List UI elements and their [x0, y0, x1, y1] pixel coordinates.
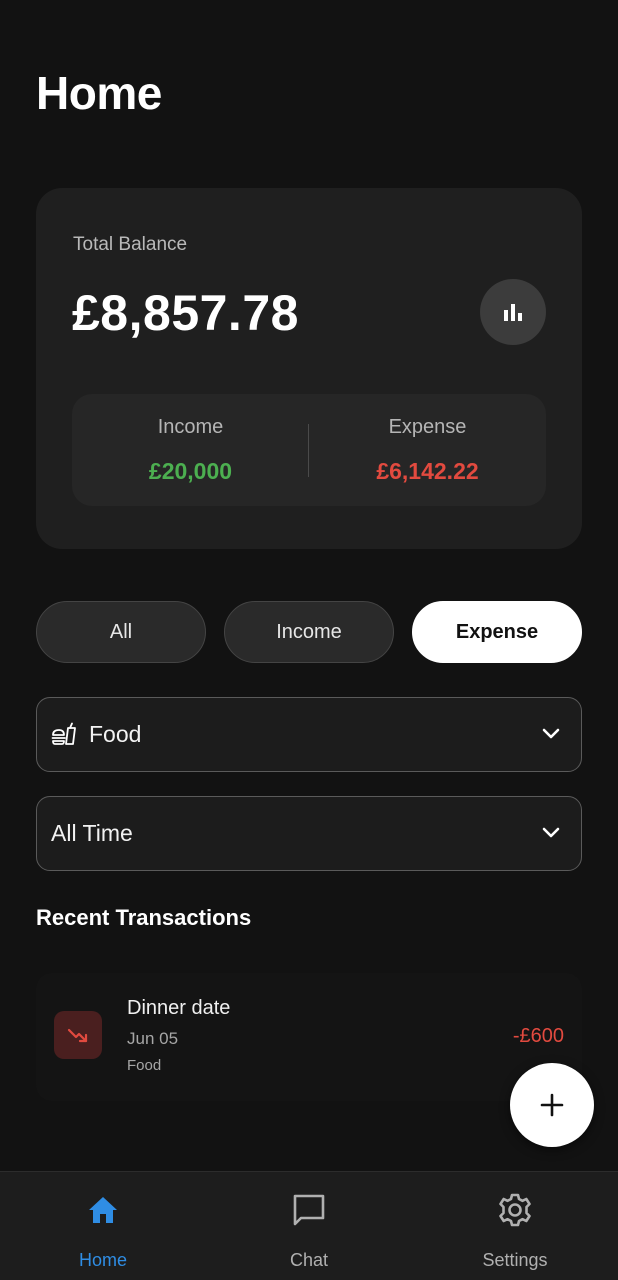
expense-summary: Expense £6,142.22	[309, 394, 546, 506]
transaction-amount: -£600	[512, 1025, 564, 1047]
fastfood-icon	[51, 722, 77, 748]
time-range-dropdown[interactable]: All Time	[36, 796, 582, 871]
balance-card: Total Balance £8,857.78 Income £20,000 E…	[36, 188, 582, 549]
add-transaction-button[interactable]	[510, 1063, 594, 1147]
bar-chart-icon	[504, 304, 522, 321]
bottom-navigation: Home Chat Settings	[0, 1171, 618, 1280]
nav-item-chat[interactable]: Chat	[206, 1172, 412, 1275]
transaction-title: Dinner date	[127, 997, 231, 1019]
chevron-down-icon	[542, 827, 560, 838]
gear-icon	[497, 1192, 533, 1228]
nav-item-settings[interactable]: Settings	[412, 1172, 618, 1275]
recent-transactions-heading: Recent Transactions	[36, 905, 252, 930]
home-icon	[86, 1192, 120, 1228]
page-title: Home	[36, 67, 162, 119]
nav-item-home[interactable]: Home	[0, 1172, 206, 1275]
filter-tab-income[interactable]: Income	[224, 601, 394, 663]
trending-down-icon	[54, 1011, 102, 1059]
home-screen: Home Total Balance £8,857.78 Income £20,…	[0, 0, 618, 1280]
category-dropdown[interactable]: Food	[36, 697, 582, 772]
filter-tab-expense[interactable]: Expense	[412, 601, 582, 663]
nav-label-settings: Settings	[482, 1250, 548, 1270]
income-label: Income	[157, 416, 224, 438]
transaction-date: Jun 05	[127, 1029, 179, 1048]
time-range-dropdown-value: All Time	[51, 820, 133, 846]
expense-value: £6,142.22	[376, 458, 479, 484]
income-summary: Income £20,000	[72, 394, 309, 506]
nav-label-home: Home	[78, 1250, 127, 1270]
total-balance-label: Total Balance	[73, 234, 188, 255]
income-value: £20,000	[148, 458, 233, 484]
statistics-button[interactable]	[480, 279, 546, 345]
chevron-down-icon	[542, 728, 560, 739]
transaction-item[interactable]: Dinner date Jun 05 Food -£600	[36, 973, 582, 1101]
total-balance-amount: £8,857.78	[72, 285, 299, 341]
income-expense-summary: Income £20,000 Expense £6,142.22	[72, 394, 546, 506]
nav-label-chat: Chat	[289, 1250, 329, 1270]
category-dropdown-value: Food	[89, 721, 142, 747]
filter-tab-all[interactable]: All	[36, 601, 206, 663]
plus-icon	[540, 1093, 564, 1117]
expense-label: Expense	[388, 416, 467, 438]
chat-bubble-icon	[291, 1192, 327, 1228]
transaction-category: Food	[127, 1057, 162, 1074]
